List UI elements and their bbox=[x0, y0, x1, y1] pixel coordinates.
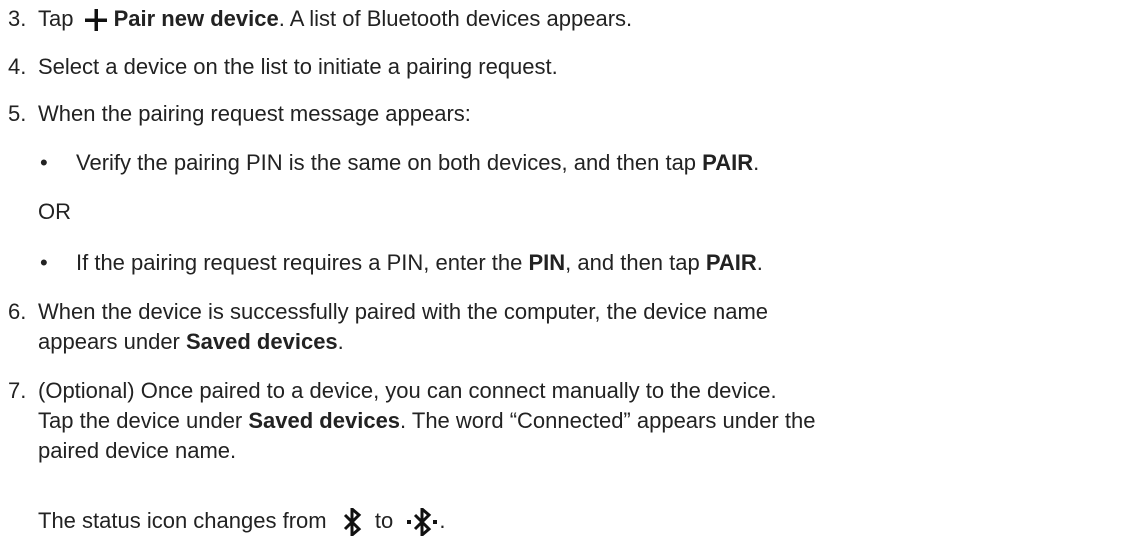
pin-label: PIN bbox=[528, 250, 566, 275]
step-line-pre: Tap the device under bbox=[38, 408, 249, 433]
instructions-page: 3. Tap Pair new device. A list of Blueto… bbox=[0, 0, 1145, 555]
pair-label: PAIR bbox=[702, 150, 754, 175]
step-line: (Optional) Once paired to a device, you … bbox=[38, 378, 777, 403]
step-line-post: . The word “Connected” appears under the bbox=[400, 408, 816, 433]
saved-devices-label: Saved devices bbox=[248, 408, 401, 433]
status-line-post: . bbox=[439, 508, 446, 533]
step-text: When the device is successfully paired w… bbox=[38, 297, 1135, 357]
bullet-dot: • bbox=[40, 150, 48, 175]
step-number: 5. bbox=[8, 101, 27, 126]
step-number: 7. bbox=[8, 378, 27, 403]
bullet-text-pre: If the pairing request requires a PIN, e… bbox=[76, 250, 529, 275]
status-icon-line: The status icon changes from to . bbox=[38, 506, 446, 537]
step-text-pre: Tap bbox=[38, 6, 74, 31]
step-line: Tap the device under Saved devices. The … bbox=[38, 406, 1135, 436]
saved-devices-label: Saved devices bbox=[186, 329, 338, 354]
bullet-dot: • bbox=[40, 250, 48, 275]
pair-label: PAIR bbox=[705, 250, 757, 275]
step-line: paired device name. bbox=[38, 438, 237, 463]
status-line-pre: The status icon changes from bbox=[38, 508, 327, 533]
bluetooth-connected-icon bbox=[407, 508, 438, 537]
step-text: (Optional) Once paired to a device, you … bbox=[38, 376, 1135, 466]
status-line-mid: to bbox=[374, 508, 394, 533]
step-line: When the device is successfully paired w… bbox=[38, 299, 769, 324]
bullet-text: If the pairing request requires a PIN, e… bbox=[76, 248, 1135, 278]
step-text-post: . A list of Bluetooth devices appears. bbox=[278, 6, 633, 31]
step-text: When the pairing request message appears… bbox=[38, 101, 471, 126]
step-line-post: . bbox=[337, 329, 344, 354]
step-line-pre: appears under bbox=[38, 329, 186, 354]
bullet-text-mid: , and then tap bbox=[565, 250, 706, 275]
step-number: 6. bbox=[8, 299, 27, 324]
pair-new-device-label: Pair new device bbox=[113, 6, 279, 31]
step-number: 4. bbox=[8, 54, 27, 79]
step-text: Tap Pair new device. A list of Bluetooth… bbox=[38, 4, 1135, 34]
bullet-text-post: . bbox=[756, 250, 763, 275]
bullet-text-pre: Verify the pairing PIN is the same on bo… bbox=[76, 150, 703, 175]
step-line: appears under Saved devices. bbox=[38, 327, 1135, 357]
or-label: OR bbox=[38, 199, 71, 224]
plus-icon bbox=[84, 9, 107, 32]
bullet-text-post: . bbox=[753, 150, 760, 175]
bluetooth-icon bbox=[343, 508, 361, 537]
bullet-text: Verify the pairing PIN is the same on bo… bbox=[76, 148, 1135, 178]
step-text: Select a device on the list to initiate … bbox=[38, 54, 558, 79]
step-number: 3. bbox=[8, 6, 27, 31]
